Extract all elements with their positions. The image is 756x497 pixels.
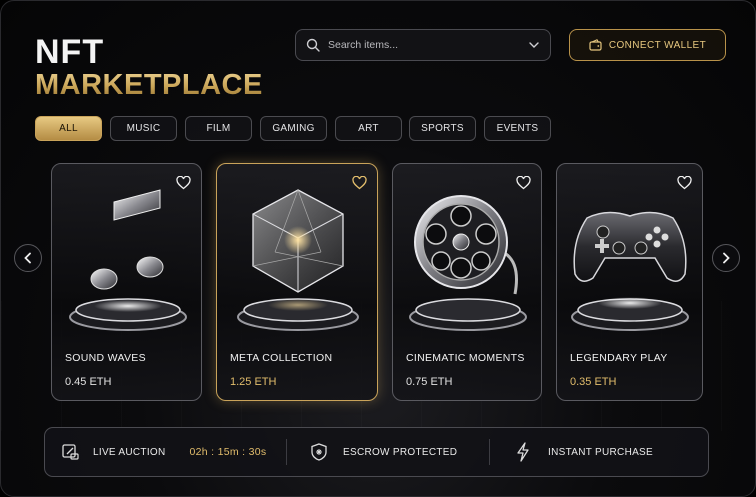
search-input[interactable]: [328, 39, 528, 51]
card-price: 0.35 ETH: [570, 376, 617, 388]
tab-sports[interactable]: SPORTS: [409, 116, 476, 141]
gamepad-icon: [571, 211, 689, 331]
page-title-line1: NFT: [35, 33, 105, 71]
wallet-icon: [589, 39, 602, 51]
search-icon: [306, 38, 320, 52]
instant-purchase-section[interactable]: INSTANT PURCHASE: [516, 428, 653, 476]
instant-purchase-label: INSTANT PURCHASE: [548, 446, 653, 458]
live-auction-label: LIVE AUCTION: [93, 446, 166, 458]
chevron-right-icon: [723, 252, 730, 264]
card-price: 1.25 ETH: [230, 376, 277, 388]
card-title: CINEMATIC MOMENTS: [406, 352, 525, 364]
connect-wallet-button[interactable]: CONNECT WALLET: [569, 29, 726, 61]
escrow-section: ESCROW PROTECTED: [311, 428, 457, 476]
carousel-prev-button[interactable]: [14, 244, 42, 272]
card-price: 0.75 ETH: [406, 376, 453, 388]
tab-film[interactable]: FILM: [185, 116, 252, 141]
lightning-icon: [517, 442, 529, 462]
info-bar: LIVE AUCTION 02h : 15m : 30s ESCROW PROT…: [44, 427, 709, 477]
card-price: 0.45 ETH: [65, 376, 112, 388]
card-title: SOUND WAVES: [65, 352, 146, 364]
nft-card[interactable]: SOUND WAVES 0.45 ETH: [51, 163, 202, 401]
auction-timer: 02h : 15m : 30s: [189, 446, 267, 458]
card-title: META COLLECTION: [230, 352, 333, 364]
auction-hammer-icon: [62, 444, 79, 460]
chevron-left-icon: [24, 252, 31, 264]
crystal-cube-icon: [237, 189, 359, 331]
page-title-line2: MARKETPLACE: [35, 69, 263, 101]
music-note-icon: [69, 189, 187, 331]
nft-card-featured[interactable]: META COLLECTION 1.25 ETH: [216, 163, 378, 401]
nft-card[interactable]: CINEMATIC MOMENTS 0.75 ETH: [392, 163, 542, 401]
divider: [286, 439, 287, 465]
carousel-next-button[interactable]: [712, 244, 740, 272]
escrow-label: ESCROW PROTECTED: [343, 446, 458, 458]
divider: [489, 439, 490, 465]
connect-wallet-label: CONNECT WALLET: [608, 39, 707, 51]
shield-icon: [311, 443, 327, 461]
film-reel-icon: [409, 195, 527, 331]
nft-card[interactable]: LEGENDARY PLAY 0.35 ETH: [556, 163, 703, 401]
app-frame: NFT MARKETPLACE CONNECT WALLET ALL MUSIC…: [0, 0, 756, 497]
search-box[interactable]: [295, 29, 551, 61]
tab-art[interactable]: ART: [335, 116, 402, 141]
live-auction-section[interactable]: LIVE AUCTION 02h : 15m : 30s: [61, 428, 266, 476]
card-title: LEGENDARY PLAY: [570, 352, 668, 364]
tab-all[interactable]: ALL: [35, 116, 102, 141]
tab-events[interactable]: EVENTS: [484, 116, 551, 141]
chevron-down-icon[interactable]: [528, 39, 540, 51]
tab-gaming[interactable]: GAMING: [260, 116, 327, 141]
tab-music[interactable]: MUSIC: [110, 116, 177, 141]
